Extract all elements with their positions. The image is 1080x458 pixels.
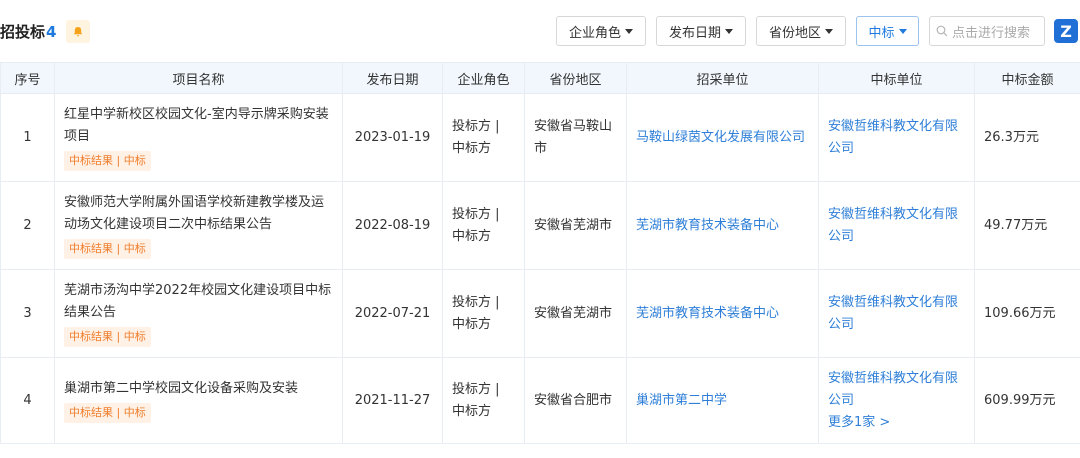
row-buyer-link[interactable]: 马鞍山绿茵文化发展有限公司: [626, 93, 819, 182]
row-winner-link[interactable]: 安徽哲维科教文化有限公司: [828, 371, 958, 408]
col-amount[interactable]: 中标金额: [974, 62, 1080, 94]
row-buyer-link[interactable]: 芜湖市教育技术装备中心: [626, 269, 819, 358]
row-amount: 26.3万元: [974, 93, 1080, 182]
col-winner: 中标单位: [818, 62, 975, 94]
row-role: 投标方 | 中标方: [442, 269, 525, 358]
table-header-row: 序号 项目名称 发布日期 企业角色 省份地区 招采单位 中标单位 中标金额: [0, 62, 1080, 94]
chevron-down-icon: [825, 29, 833, 34]
row-region: 安徽省芜湖市: [524, 269, 627, 358]
chevron-down-icon: [898, 29, 907, 34]
row-winner-link[interactable]: 安徽哲维科教文化有限公司: [818, 181, 975, 270]
project-name-link[interactable]: 巢湖市第二中学校园文化设备采购及安装: [64, 378, 333, 400]
search-input[interactable]: 点击进行搜索: [929, 16, 1045, 46]
project-name-link[interactable]: 安徽师范大学附属外国语学校新建教学楼及运动场文化建设项目二次中标结果公告: [64, 192, 333, 236]
row-winner-link[interactable]: 安徽哲维科教文化有限公司: [818, 93, 975, 182]
row-index: 4: [0, 357, 55, 444]
section-title-text: 招投标: [0, 23, 46, 41]
table-row: 2 安徽师范大学附属外国语学校新建教学楼及运动场文化建设项目二次中标结果公告 中标…: [0, 181, 1080, 270]
project-name-link[interactable]: 红星中学新校区校园文化-室内导示牌采购安装项目: [64, 104, 333, 148]
project-name-link[interactable]: 芜湖市汤沟中学2022年校园文化建设项目中标结果公告: [64, 280, 333, 324]
filter-winning-bid[interactable]: 中标: [856, 16, 919, 46]
filter-publish-date[interactable]: 发布日期: [656, 16, 746, 46]
chevron-down-icon: [625, 29, 633, 34]
row-date: 2021-11-27: [342, 357, 443, 444]
table-row: 3 芜湖市汤沟中学2022年校园文化建设项目中标结果公告 中标结果 | 中标 20…: [0, 269, 1080, 358]
row-winner-link[interactable]: 安徽哲维科教文化有限公司: [818, 269, 975, 358]
row-role: 投标方 | 中标方: [442, 93, 525, 182]
row-project-cell: 巢湖市第二中学校园文化设备采购及安装 中标结果 | 中标: [54, 357, 343, 444]
row-date: 2022-08-19: [342, 181, 443, 270]
row-buyer-link[interactable]: 芜湖市教育技术装备中心: [626, 181, 819, 270]
z-logo[interactable]: Z: [1054, 19, 1078, 43]
row-project-cell: 红星中学新校区校园文化-室内导示牌采购安装项目 中标结果 | 中标: [54, 93, 343, 182]
col-buyer: 招采单位: [626, 62, 819, 94]
row-amount: 609.99万元: [974, 357, 1080, 444]
row-amount: 109.66万元: [974, 269, 1080, 358]
bell-icon-shape: [73, 26, 83, 36]
row-winner-cell: 安徽哲维科教文化有限公司更多1家 >: [818, 357, 975, 444]
status-badge: 中标结果 | 中标: [64, 326, 151, 347]
row-project-cell: 安徽师范大学附属外国语学校新建教学楼及运动场文化建设项目二次中标结果公告 中标结果…: [54, 181, 343, 270]
filter-enterprise-role[interactable]: 企业角色: [556, 16, 646, 46]
search-placeholder: 点击进行搜索: [952, 25, 1031, 41]
row-amount: 49.77万元: [974, 181, 1080, 270]
col-publish-date[interactable]: 发布日期: [342, 62, 443, 94]
col-project-name: 项目名称: [54, 62, 343, 94]
row-index: 2: [0, 181, 55, 270]
section-title: 招投标4: [0, 21, 56, 42]
table-row: 1 红星中学新校区校园文化-室内导示牌采购安装项目 中标结果 | 中标 2023-…: [0, 93, 1080, 182]
col-index: 序号: [0, 62, 55, 94]
status-badge: 中标结果 | 中标: [64, 150, 151, 171]
table-row: 4 巢湖市第二中学校园文化设备采购及安装 中标结果 | 中标 2021-11-27…: [0, 357, 1080, 444]
section-header: 招投标4 企业角色 发布日期 省份地区 中标 点击进行搜索 Z: [0, 0, 1080, 62]
row-index: 3: [0, 269, 55, 358]
search-icon: [936, 25, 948, 37]
section-count: 4: [46, 23, 57, 41]
row-buyer-link[interactable]: 巢湖市第二中学: [626, 357, 819, 444]
status-badge: 中标结果 | 中标: [64, 402, 151, 423]
status-badge: 中标结果 | 中标: [64, 238, 151, 259]
row-date: 2023-01-19: [342, 93, 443, 182]
chevron-down-icon: [725, 29, 733, 34]
filter-region-label: 省份地区: [768, 25, 821, 41]
bid-table: 序号 项目名称 发布日期 企业角色 省份地区 招采单位 中标单位 中标金额 1 …: [0, 62, 1080, 444]
row-region: 安徽省马鞍山市: [524, 93, 627, 182]
row-role: 投标方 | 中标方: [442, 357, 525, 444]
filter-winning-bid-label: 中标: [868, 25, 895, 41]
row-region: 安徽省合肥市: [524, 357, 627, 444]
more-winners-link[interactable]: 更多1家 >: [828, 412, 965, 434]
filter-publish-date-label: 发布日期: [668, 25, 721, 41]
row-region: 安徽省芜湖市: [524, 181, 627, 270]
col-enterprise-role: 企业角色: [442, 62, 525, 94]
row-project-cell: 芜湖市汤沟中学2022年校园文化建设项目中标结果公告 中标结果 | 中标: [54, 269, 343, 358]
row-date: 2022-07-21: [342, 269, 443, 358]
bell-icon[interactable]: [66, 20, 90, 43]
col-region: 省份地区: [524, 62, 627, 94]
row-index: 1: [0, 93, 55, 182]
row-role: 投标方 | 中标方: [442, 181, 525, 270]
filter-region[interactable]: 省份地区: [756, 16, 846, 46]
filter-enterprise-role-label: 企业角色: [568, 25, 621, 41]
